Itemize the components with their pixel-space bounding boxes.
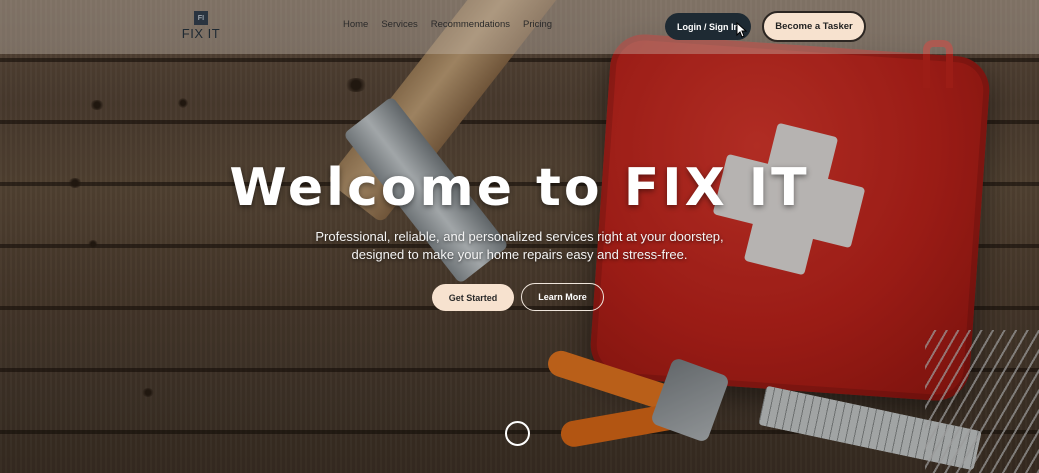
- hero-subtitle-line: Professional, reliable, and personalized…: [315, 229, 724, 244]
- nav-link-services[interactable]: Services: [381, 19, 417, 30]
- hero-subtitle-line: designed to make your home repairs easy …: [351, 247, 688, 262]
- hero-section: FI FIX IT Home Services Recommendations …: [0, 0, 1039, 473]
- nav-link-recommendations[interactable]: Recommendations: [431, 19, 510, 30]
- nav-link-home[interactable]: Home: [343, 19, 368, 30]
- nav-links: Home Services Recommendations Pricing: [343, 19, 552, 30]
- brand-name: FIX IT: [181, 26, 221, 41]
- scroll-indicator-icon[interactable]: [505, 421, 530, 446]
- nav-link-pricing[interactable]: Pricing: [523, 19, 552, 30]
- top-navbar: FI FIX IT Home Services Recommendations …: [0, 0, 1039, 54]
- become-tasker-button[interactable]: Become a Tasker: [762, 11, 866, 42]
- learn-more-button[interactable]: Learn More: [521, 283, 604, 311]
- brand-logo[interactable]: FI FIX IT: [181, 11, 221, 41]
- get-started-button[interactable]: Get Started: [432, 284, 514, 311]
- hero-title: Welcome to FIX IT: [229, 158, 810, 218]
- hero-subtitle: Professional, reliable, and personalized…: [0, 228, 1039, 264]
- mouse-cursor-icon: [736, 22, 747, 38]
- logo-mark-icon: FI: [194, 11, 208, 25]
